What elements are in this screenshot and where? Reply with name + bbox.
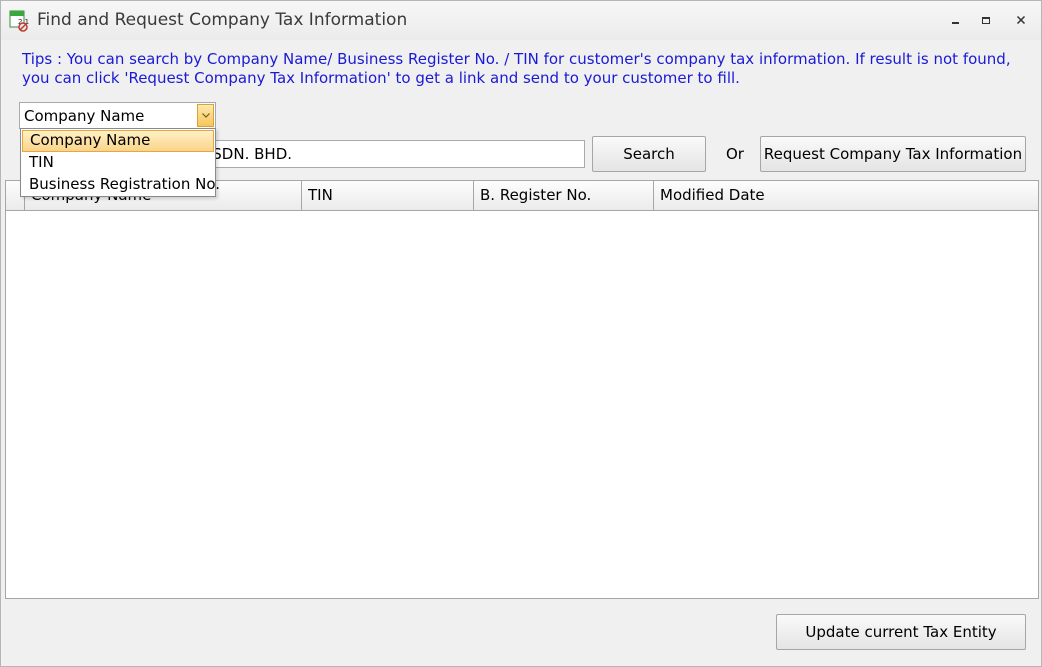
or-label: Or [726, 145, 744, 163]
search-input[interactable]: S SDN. BHD. [197, 140, 585, 168]
dropdown-option-business-registration[interactable]: Business Registration No. [22, 174, 220, 196]
tips-text: Tips : You can search by Company Name/ B… [22, 50, 1011, 87]
search-field-selector-value: Company Name [24, 107, 145, 125]
update-tax-entity-button[interactable]: Update current Tax Entity [776, 614, 1026, 650]
chevron-down-icon [202, 113, 210, 118]
maximize-button[interactable] [974, 11, 998, 31]
dropdown-option-company-name[interactable]: Company Name [22, 130, 214, 152]
minimize-button[interactable] [944, 11, 968, 31]
maximize-icon [982, 17, 990, 24]
column-header-tin[interactable]: TIN [302, 181, 474, 210]
tax-app-icon: 2 1 [9, 10, 29, 32]
close-button[interactable] [1009, 11, 1033, 31]
window-title: Find and Request Company Tax Information [37, 10, 408, 30]
minimize-icon [952, 22, 959, 24]
search-field-dropdown: Company Name TIN Business Registration N… [20, 128, 220, 197]
search-button[interactable]: Search [592, 136, 706, 172]
close-icon [1016, 15, 1026, 25]
results-grid[interactable]: Company Name TIN B. Register No. Modifie… [5, 180, 1039, 599]
dropdown-option-tin[interactable]: TIN [22, 152, 214, 174]
request-company-tax-info-button[interactable]: Request Company Tax Information [760, 136, 1026, 172]
search-field-selector[interactable]: Company Name [19, 102, 216, 129]
dropdown-button[interactable] [197, 104, 214, 127]
column-header-modified-date[interactable]: Modified Date [654, 181, 1038, 210]
window: 2 1 Find and Request Company Tax Informa… [0, 0, 1042, 667]
title-bar[interactable]: 2 1 Find and Request Company Tax Informa… [1, 1, 1041, 40]
column-header-register-no[interactable]: B. Register No. [474, 181, 654, 210]
